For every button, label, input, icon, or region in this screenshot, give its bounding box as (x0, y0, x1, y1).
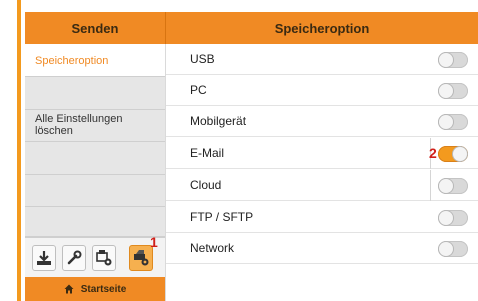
top-margin (21, 0, 478, 12)
toggle-network[interactable] (438, 241, 468, 257)
left-frame-margin (0, 0, 17, 301)
printer-settings-button[interactable] (92, 245, 116, 271)
bottom-toolbar: 1 (25, 234, 165, 277)
header-left-title: Senden (71, 20, 119, 36)
toggle-pc[interactable] (438, 83, 468, 99)
option-label: Cloud (190, 178, 222, 192)
scanner-gear-icon (134, 250, 149, 266)
toggle-mobilgeraet[interactable] (438, 114, 468, 130)
toggle-ftp-sftp[interactable] (438, 210, 468, 226)
sidebar-item-empty-3[interactable] (25, 175, 165, 207)
wrench-icon (67, 250, 82, 265)
toggle-email[interactable] (438, 146, 468, 162)
sidebar-item-empty-1[interactable] (25, 77, 165, 110)
option-row-pc: PC (166, 75, 478, 106)
home-label: Startseite (80, 283, 127, 295)
option-row-cloud: Cloud (166, 170, 478, 201)
sidebar-item-label: Alle Einstellungen löschen (35, 113, 123, 137)
option-label: Mobilgerät (190, 114, 247, 128)
toggle-usb[interactable] (438, 52, 468, 68)
option-row-mobilgeraet: Mobilgerät (166, 106, 478, 137)
printer-gear-icon (96, 250, 112, 266)
option-label: Network (190, 241, 235, 255)
home-icon (64, 284, 74, 294)
download-button[interactable] (32, 245, 56, 271)
home-button[interactable]: Startseite (25, 277, 165, 301)
header-right-title: Speicheroption (274, 20, 370, 36)
sidebar-item-empty-2[interactable] (25, 142, 165, 175)
callout-marker-1: 1 (150, 234, 158, 250)
sidebar-item-label: Speicheroption (35, 55, 109, 67)
toggle-cloud[interactable] (438, 178, 468, 194)
header-senden: Senden (25, 12, 165, 44)
option-row-email: E-Mail 2 (166, 138, 478, 169)
left-frame-accent-bar (17, 0, 21, 301)
option-label: PC (190, 83, 207, 97)
option-label: FTP / SFTP (190, 210, 254, 224)
download-icon (37, 251, 51, 265)
sidebar-item-empty-4[interactable] (25, 207, 165, 237)
callout-marker-2: 2 (429, 145, 437, 161)
option-row-usb: USB (166, 44, 478, 75)
option-row-network: Network (166, 233, 478, 264)
sidebar-item-speicheroption[interactable]: Speicheroption (25, 44, 165, 77)
sidebar-item-alle-einstellungen-loeschen[interactable]: Alle Einstellungen löschen (25, 110, 165, 142)
option-row-ftp-sftp: FTP / SFTP (166, 202, 478, 233)
option-label: USB (190, 52, 215, 66)
storage-options-list: USB PC Mobilgerät E-Mail 2 Cloud FTP / S… (165, 44, 478, 301)
option-label: E-Mail (190, 146, 225, 160)
header-speicheroption: Speicheroption (165, 12, 478, 44)
tools-button[interactable] (62, 245, 86, 271)
row-divider (430, 170, 431, 201)
